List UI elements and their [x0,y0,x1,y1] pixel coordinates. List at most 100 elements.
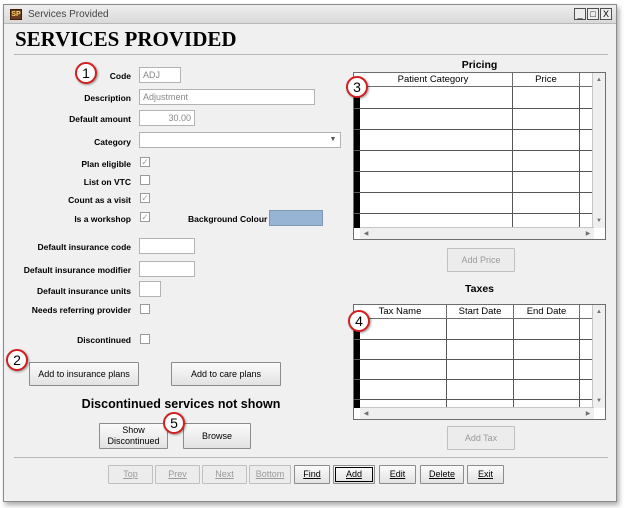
pricing-vertical-scrollbar[interactable]: ▲ ▼ [592,73,605,228]
table-row[interactable] [354,192,593,193]
code-field[interactable]: ADJ [139,67,181,83]
prev-button-label: Prev [168,469,187,479]
delete-button-label: Delete [428,469,455,479]
add-price-button[interactable]: Add Price [447,248,515,272]
exit-button[interactable]: Exit [467,465,504,484]
scroll-down-icon[interactable]: ▼ [593,215,605,227]
close-button[interactable]: X [600,8,612,20]
bottom-button-label: Bottom [255,469,285,479]
edit-button-label: Edit [389,469,406,479]
default-insurance-modifier-label: Default insurance modifier [23,265,131,275]
top-button-label: Top [123,469,138,479]
callout-5: 5 [163,412,185,434]
default-amount-label: Default amount [69,114,131,124]
category-label: Category [94,137,131,147]
table-row[interactable] [354,339,593,340]
pricing-column-patient-category[interactable]: Patient Category [354,73,513,86]
next-button[interactable]: Next [202,465,247,484]
callout-4: 4 [348,310,370,332]
table-row[interactable] [354,108,593,109]
category-dropdown[interactable]: ▼ [139,132,341,148]
add-to-care-plans-button[interactable]: Add to care plans [171,362,281,386]
chevron-down-icon[interactable]: ▼ [327,134,339,146]
table-row[interactable] [354,359,593,360]
top-button[interactable]: Top [108,465,153,484]
browse-button[interactable]: Browse [183,423,251,449]
scroll-up-icon[interactable]: ▲ [593,74,605,86]
find-button[interactable]: Find [294,465,330,484]
exit-button-label: Exit [477,469,493,479]
minimize-button[interactable]: _ [574,8,586,20]
taxes-column-end-date[interactable]: End Date [514,305,580,318]
scroll-up-icon[interactable]: ▲ [593,306,605,318]
app-icon: SP [10,9,22,20]
description-field[interactable]: Adjustment [139,89,315,105]
table-row[interactable] [354,150,593,151]
default-insurance-units-label: Default insurance units [37,286,131,296]
discontinued-label: Discontinued [77,335,131,345]
default-amount-field[interactable]: 30.00 [139,110,195,126]
count-as-visit-label: Count as a visit [68,195,131,205]
taxes-horizontal-scrollbar[interactable]: ◀ ▶ [360,407,594,419]
description-label: Description [84,93,131,103]
list-on-vtc-checkbox[interactable] [140,175,150,185]
list-on-vtc-label: List on VTC [83,177,131,187]
background-colour-label: Background Colour [188,214,268,224]
is-workshop-checkbox[interactable]: ✓ [140,212,150,222]
needs-referring-provider-checkbox[interactable] [140,304,150,314]
count-as-visit-checkbox[interactable]: ✓ [140,193,150,203]
prev-button[interactable]: Prev [155,465,200,484]
add-to-insurance-plans-button[interactable]: Add to insurance plans [29,362,139,386]
callout-2: 2 [6,349,28,371]
pricing-column-price[interactable]: Price [513,73,580,86]
pricing-horizontal-scrollbar[interactable]: ◀ ▶ [360,227,594,239]
plan-eligible-label: Plan eligible [81,159,131,169]
taxes-col-divider [513,319,514,408]
taxes-column-start-date[interactable]: Start Date [447,305,514,318]
taxes-grid[interactable]: Tax Name Start Date End Date ▲ ▼ ◀ ▶ [353,304,606,420]
show-discontinued-button[interactable]: Show Discontinued [99,423,168,449]
add-tax-button[interactable]: Add Tax [447,426,515,450]
delete-button[interactable]: Delete [420,465,464,484]
taxes-title: Taxes [465,283,494,295]
taxes-vertical-scrollbar[interactable]: ▲ ▼ [592,305,605,408]
taxes-row-marker [354,319,360,408]
title-bar: SP Services Provided _ □ X [4,5,616,24]
window-title: Services Provided [28,9,109,20]
discontinued-notice: Discontinued services not shown [81,397,281,411]
table-row[interactable] [354,129,593,130]
default-insurance-units-field[interactable] [139,281,161,297]
table-row[interactable] [354,399,593,400]
plan-eligible-checkbox[interactable]: ✓ [140,157,150,167]
scroll-right-icon[interactable]: ▶ [582,228,594,239]
taxes-col-divider [579,319,580,408]
pricing-title: Pricing [461,59,498,71]
default-insurance-modifier-field[interactable] [139,261,195,277]
discontinued-checkbox[interactable] [140,334,150,344]
callout-3: 3 [346,76,368,98]
taxes-col-divider [446,319,447,408]
table-row[interactable] [354,171,593,172]
add-button[interactable]: Add [333,465,375,484]
nav-divider [14,457,608,458]
scroll-down-icon[interactable]: ▼ [593,395,605,407]
find-button-label: Find [303,469,321,479]
maximize-button[interactable]: □ [587,8,599,20]
default-insurance-code-label: Default insurance code [37,242,131,252]
default-insurance-code-field[interactable] [139,238,195,254]
pricing-grid[interactable]: Patient Category Price ▲ ▼ ◀ ▶ [353,72,606,240]
page-title: SERVICES PROVIDED [15,27,237,51]
edit-button[interactable]: Edit [379,465,416,484]
table-row[interactable] [354,213,593,214]
next-button-label: Next [215,469,234,479]
callout-1: 1 [75,62,97,84]
bottom-button[interactable]: Bottom [249,465,291,484]
table-row[interactable] [354,379,593,380]
scroll-left-icon[interactable]: ◀ [360,228,372,239]
title-divider [14,54,608,55]
needs-referring-provider-label: Needs referring provider [31,305,131,315]
background-colour-swatch[interactable] [269,210,323,226]
scroll-right-icon[interactable]: ▶ [582,408,594,419]
is-workshop-label: Is a workshop [74,214,131,224]
scroll-left-icon[interactable]: ◀ [360,408,372,419]
